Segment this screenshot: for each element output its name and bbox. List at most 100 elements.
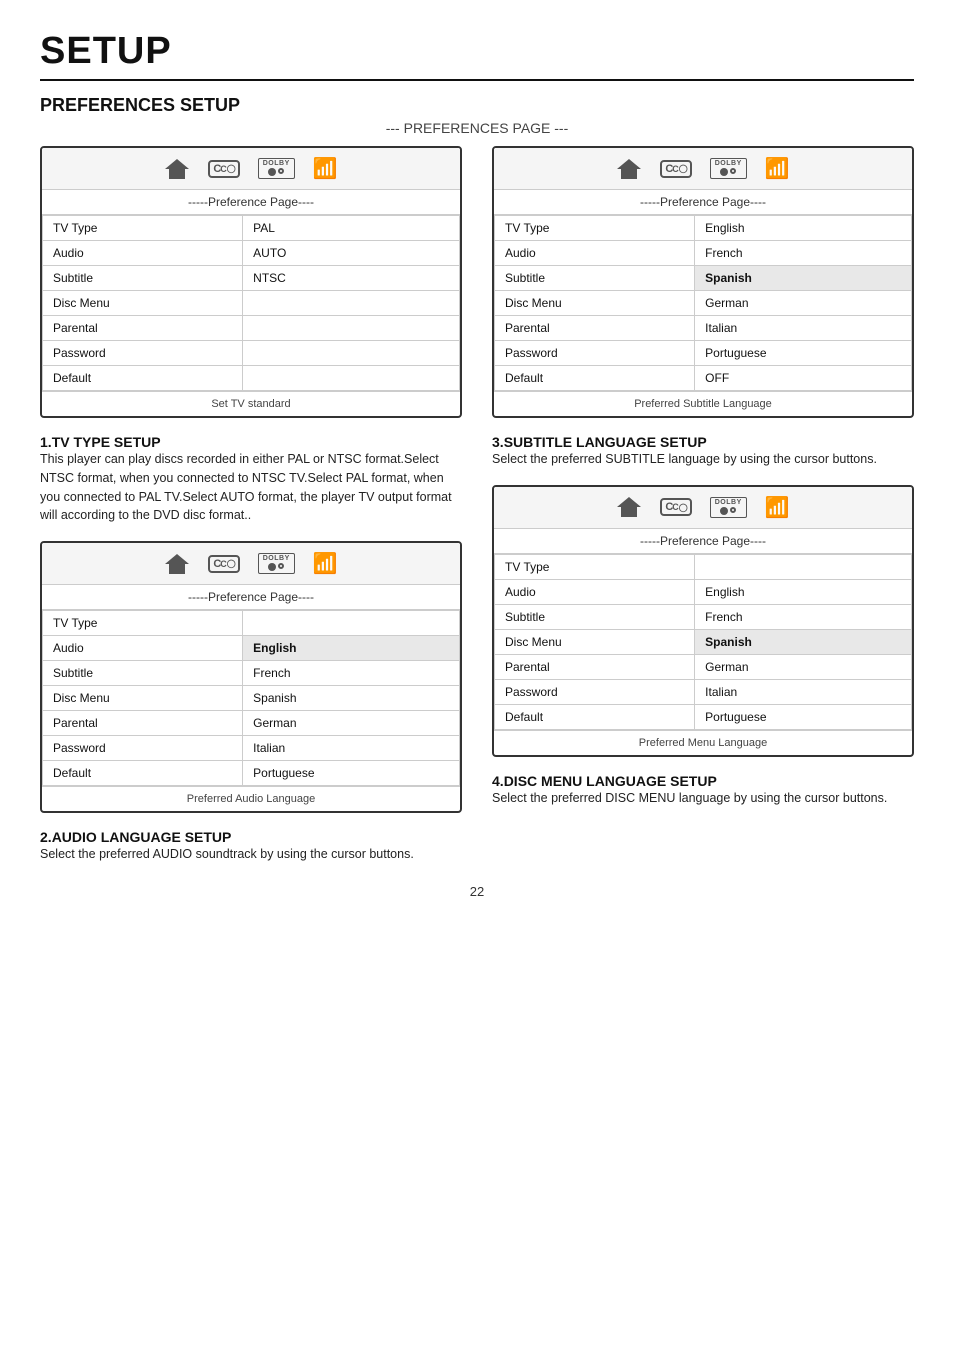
table-row: TV Type English <box>495 216 912 241</box>
section3: 3.SUBTITLE LANGUAGE SETUP Select the pre… <box>492 434 914 469</box>
remote-icon: 📶 <box>765 156 790 181</box>
screen1: CC ◯ DOLBY 📶 -----Preference Page---- TV… <box>40 146 462 418</box>
table-row: Audio AUTO <box>43 241 460 266</box>
screen2-footer: Preferred Subtitle Language <box>494 391 912 416</box>
home-icon <box>616 158 642 180</box>
label-subtitle: Subtitle <box>43 661 243 686</box>
dolby-icon: DOLBY <box>710 158 747 179</box>
table-row: Subtitle NTSC <box>43 266 460 291</box>
value-password <box>243 341 460 366</box>
title-divider <box>40 79 914 81</box>
value-tvtype: PAL <box>243 216 460 241</box>
table-row: Password Italian <box>495 679 912 704</box>
remote-icon: 📶 <box>313 551 338 576</box>
label-parental: Parental <box>43 316 243 341</box>
value-parental: Italian <box>695 316 912 341</box>
value-audio: English <box>695 579 912 604</box>
value-default: Portuguese <box>243 761 460 786</box>
table-row: Audio English <box>43 636 460 661</box>
cc-icon: CC ◯ <box>660 160 691 178</box>
table-row: Password Portuguese <box>495 341 912 366</box>
value-subtitle: NTSC <box>243 266 460 291</box>
label-password: Password <box>495 679 695 704</box>
value-discmenu <box>243 291 460 316</box>
cc-icon: CC ◯ <box>660 498 691 516</box>
label-password: Password <box>495 341 695 366</box>
section2-title: 2.AUDIO LANGUAGE SETUP <box>40 829 462 845</box>
label-audio: Audio <box>43 241 243 266</box>
home-icon <box>616 496 642 518</box>
section2: 2.AUDIO LANGUAGE SETUP Select the prefer… <box>40 829 462 864</box>
label-subtitle: Subtitle <box>43 266 243 291</box>
section1: 1.TV TYPE SETUP This player can play dis… <box>40 434 462 525</box>
table-row: Default Portuguese <box>495 704 912 729</box>
screen2-icons: CC ◯ DOLBY 📶 <box>494 148 912 190</box>
value-tvtype: English <box>695 216 912 241</box>
screen1-footer: Set TV standard <box>42 391 460 416</box>
table-row: Audio English <box>495 579 912 604</box>
table-row: Default Portuguese <box>43 761 460 786</box>
label-audio: Audio <box>495 579 695 604</box>
value-audio: AUTO <box>243 241 460 266</box>
screen4-table: TV Type Audio English Subtitle French Di… <box>494 554 912 730</box>
page-title: SETUP <box>40 30 914 73</box>
screen3: CC ◯ DOLBY 📶 -----Preference Page---- TV… <box>40 541 462 813</box>
value-subtitle: Spanish <box>695 266 912 291</box>
value-subtitle: French <box>695 604 912 629</box>
value-default: Portuguese <box>695 704 912 729</box>
screen1-header: -----Preference Page---- <box>42 190 460 215</box>
table-row: Subtitle Spanish <box>495 266 912 291</box>
value-parental: German <box>243 711 460 736</box>
label-parental: Parental <box>43 711 243 736</box>
label-tvtype: TV Type <box>495 554 695 579</box>
value-default <box>243 366 460 391</box>
dolby-icon: DOLBY <box>258 158 295 179</box>
label-default: Default <box>495 704 695 729</box>
screen4-footer: Preferred Menu Language <box>494 730 912 755</box>
table-row: TV Type PAL <box>43 216 460 241</box>
main-grid: CC ◯ DOLBY 📶 -----Preference Page---- TV… <box>40 146 914 864</box>
label-password: Password <box>43 736 243 761</box>
cc-icon: CC ◯ <box>208 555 239 573</box>
table-row: Disc Menu German <box>495 291 912 316</box>
table-row: Password <box>43 341 460 366</box>
home-icon <box>164 553 190 575</box>
label-tvtype: TV Type <box>43 216 243 241</box>
table-row: Parental <box>43 316 460 341</box>
table-row: Parental German <box>495 654 912 679</box>
screen4-header: -----Preference Page---- <box>494 529 912 554</box>
section-title: PREFERENCES SETUP <box>40 95 914 116</box>
screen3-header: -----Preference Page---- <box>42 585 460 610</box>
table-row: TV Type <box>495 554 912 579</box>
value-discmenu: Spanish <box>243 686 460 711</box>
screen3-table: TV Type Audio English Subtitle French Di… <box>42 610 460 786</box>
section4-title: 4.DISC MENU LANGUAGE SETUP <box>492 773 914 789</box>
col-right: CC ◯ DOLBY 📶 -----Preference Page---- TV… <box>492 146 914 864</box>
value-password: Italian <box>243 736 460 761</box>
label-discmenu: Disc Menu <box>43 686 243 711</box>
screen3-footer: Preferred Audio Language <box>42 786 460 811</box>
label-audio: Audio <box>495 241 695 266</box>
table-row: Audio French <box>495 241 912 266</box>
table-row: Subtitle French <box>495 604 912 629</box>
table-row: TV Type <box>43 611 460 636</box>
cc-icon: CC ◯ <box>208 160 239 178</box>
table-row: Parental Italian <box>495 316 912 341</box>
screen1-icons: CC ◯ DOLBY 📶 <box>42 148 460 190</box>
section3-title: 3.SUBTITLE LANGUAGE SETUP <box>492 434 914 450</box>
table-row: Disc Menu Spanish <box>495 629 912 654</box>
screen2-header: -----Preference Page---- <box>494 190 912 215</box>
table-row: Default OFF <box>495 366 912 391</box>
label-subtitle: Subtitle <box>495 266 695 291</box>
label-tvtype: TV Type <box>495 216 695 241</box>
screen4-icons: CC ◯ DOLBY 📶 <box>494 487 912 529</box>
value-parental: German <box>695 654 912 679</box>
col-left: CC ◯ DOLBY 📶 -----Preference Page---- TV… <box>40 146 462 864</box>
table-row: Disc Menu <box>43 291 460 316</box>
label-default: Default <box>43 761 243 786</box>
table-row: Default <box>43 366 460 391</box>
value-subtitle: French <box>243 661 460 686</box>
section3-body: Select the preferred SUBTITLE language b… <box>492 450 914 469</box>
section2-body: Select the preferred AUDIO soundtrack by… <box>40 845 462 864</box>
screen2-table: TV Type English Audio French Subtitle Sp… <box>494 215 912 391</box>
